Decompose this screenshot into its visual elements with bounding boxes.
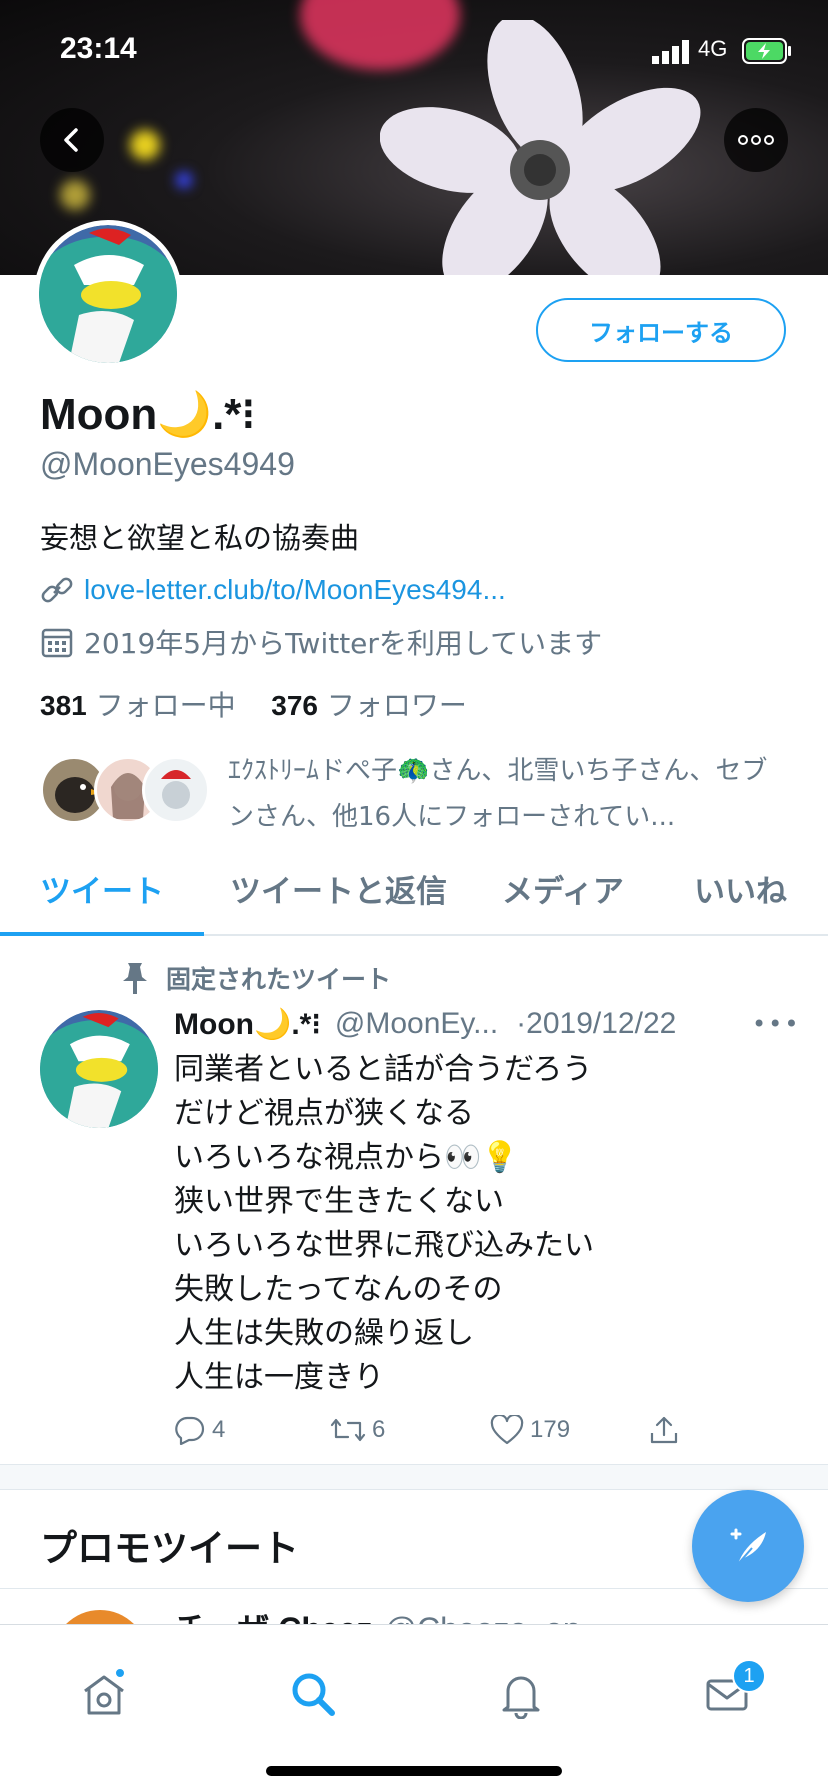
- retweet-icon: [330, 1418, 366, 1442]
- follower-avatar[interactable]: [142, 756, 210, 824]
- profile-tabs: ツイート ツイートと返信 メディア いいね: [0, 848, 828, 936]
- signal-icon: [652, 40, 689, 64]
- pin-icon: [123, 963, 147, 994]
- heart-icon: [490, 1415, 524, 1445]
- reply-button[interactable]: 4: [174, 1410, 225, 1450]
- tweet-line: 狭い世界で生きたくない: [174, 1184, 504, 1219]
- active-tab-indicator: [0, 932, 204, 936]
- profile-bio: 妄想と欲望と私の協奏曲: [40, 521, 360, 555]
- status-bar: 23:14 4G: [0, 32, 828, 72]
- tab-media[interactable]: メディア: [502, 866, 624, 911]
- joined-date: 2019年5月からTwitterを利用しています: [84, 627, 603, 660]
- tab-tweets[interactable]: ツイート: [40, 866, 164, 911]
- tweet-text[interactable]: 同業者といると話が合うだろう だけど視点が狭くなる いろいろな視点から👀💡 狭い…: [174, 1048, 594, 1400]
- tab-tweets-replies[interactable]: ツイートと返信: [230, 866, 447, 911]
- followers-link[interactable]: 376 フォロワー: [271, 689, 467, 722]
- messages-badge: 1: [732, 1659, 766, 1693]
- tweet-author-avatar[interactable]: [40, 1010, 158, 1128]
- tweet-actions: 4 6 179: [174, 1410, 734, 1450]
- retweet-count: 6: [372, 1416, 386, 1443]
- battery-icon: [742, 38, 791, 64]
- retweet-button[interactable]: 6: [330, 1410, 385, 1450]
- tweet-line: いろいろな視点から👀💡: [174, 1140, 519, 1175]
- followers-label: フォロワー: [326, 689, 467, 722]
- chevron-left-icon: [64, 128, 78, 152]
- follow-button[interactable]: フォローする: [536, 298, 786, 362]
- reply-icon: [175, 1416, 205, 1445]
- home-unread-dot: [114, 1667, 126, 1679]
- like-button[interactable]: 179: [490, 1410, 570, 1450]
- profile-handle: @MoonEyes4949: [40, 446, 295, 482]
- home-indicator[interactable]: [266, 1766, 562, 1776]
- following-count: 381: [40, 690, 87, 721]
- banner-blob: [130, 130, 160, 160]
- profile-link-row[interactable]: love-letter.club/to/MoonEyes494...: [40, 570, 506, 610]
- following-label: フォロー中: [95, 689, 236, 722]
- tweet-author-handle[interactable]: @MoonEy...: [335, 1007, 498, 1041]
- tweet-line: 人生は失敗の繰り返し: [174, 1316, 474, 1351]
- more-options-button[interactable]: [724, 108, 788, 172]
- notifications-bell-icon[interactable]: [496, 1669, 546, 1719]
- network-type: 4G: [698, 36, 728, 61]
- more-icon: [738, 135, 774, 145]
- section-divider: [0, 1464, 828, 1490]
- share-icon: [650, 1416, 678, 1444]
- pinned-label-row: 固定されたツイート: [120, 958, 391, 998]
- avatar-image: [39, 225, 177, 363]
- followers-count: 376: [271, 690, 318, 721]
- share-button[interactable]: [648, 1410, 686, 1450]
- tweet-date[interactable]: ·2019/12/22: [516, 1007, 676, 1041]
- joined-row: 2019年5月からTwitterを利用しています: [40, 622, 602, 662]
- tweet-line: 人生は一度きり: [174, 1360, 384, 1395]
- promo-section-title: プロモツイート: [40, 1527, 299, 1570]
- calendar-icon: [41, 628, 73, 658]
- compose-feather-icon: [730, 1528, 766, 1565]
- tweet-author-name[interactable]: Moon🌙.*⁝: [174, 1007, 321, 1042]
- tweet-line: いろいろな世界に飛び込みたい: [174, 1228, 594, 1263]
- banner-blob: [176, 172, 192, 188]
- profile-link[interactable]: love-letter.club/to/MoonEyes494...: [84, 574, 506, 606]
- tweet-line: 失敗したってなんのその: [174, 1272, 503, 1307]
- character-image: [161, 770, 191, 809]
- tweet-line: 同業者といると話が合うだろう: [174, 1052, 593, 1087]
- link-icon: [41, 577, 73, 603]
- divider: [0, 1588, 828, 1589]
- tweet-more-button[interactable]: •••: [752, 1010, 800, 1038]
- banner-blob: [60, 180, 90, 210]
- tweet-line: だけど視点が狭くなる: [174, 1096, 474, 1131]
- back-button[interactable]: [40, 108, 104, 172]
- tab-likes[interactable]: いいね: [694, 866, 787, 911]
- following-link[interactable]: 381 フォロー中: [40, 689, 236, 722]
- follow-counts: 381 フォロー中 376 フォロワー: [40, 684, 467, 724]
- status-time: 23:14: [60, 32, 137, 65]
- compose-tweet-button[interactable]: [692, 1490, 804, 1602]
- like-count: 179: [530, 1416, 571, 1443]
- reply-count: 4: [212, 1416, 226, 1443]
- search-icon[interactable]: [288, 1669, 338, 1719]
- avatar-image: [40, 1010, 158, 1128]
- profile-name: Moon🌙.*⁝: [40, 390, 256, 439]
- tweet-header: Moon🌙.*⁝ @MoonEy... ·2019/12/22: [174, 1004, 794, 1044]
- profile-avatar[interactable]: [34, 220, 182, 368]
- followed-by-text[interactable]: ｴｸｽﾄﾘｰﾑドぺ子🦚さん、北雪いち子さん、セブンさん、他16人にフォローされて…: [228, 748, 788, 840]
- pinned-label: 固定されたツイート: [166, 965, 392, 994]
